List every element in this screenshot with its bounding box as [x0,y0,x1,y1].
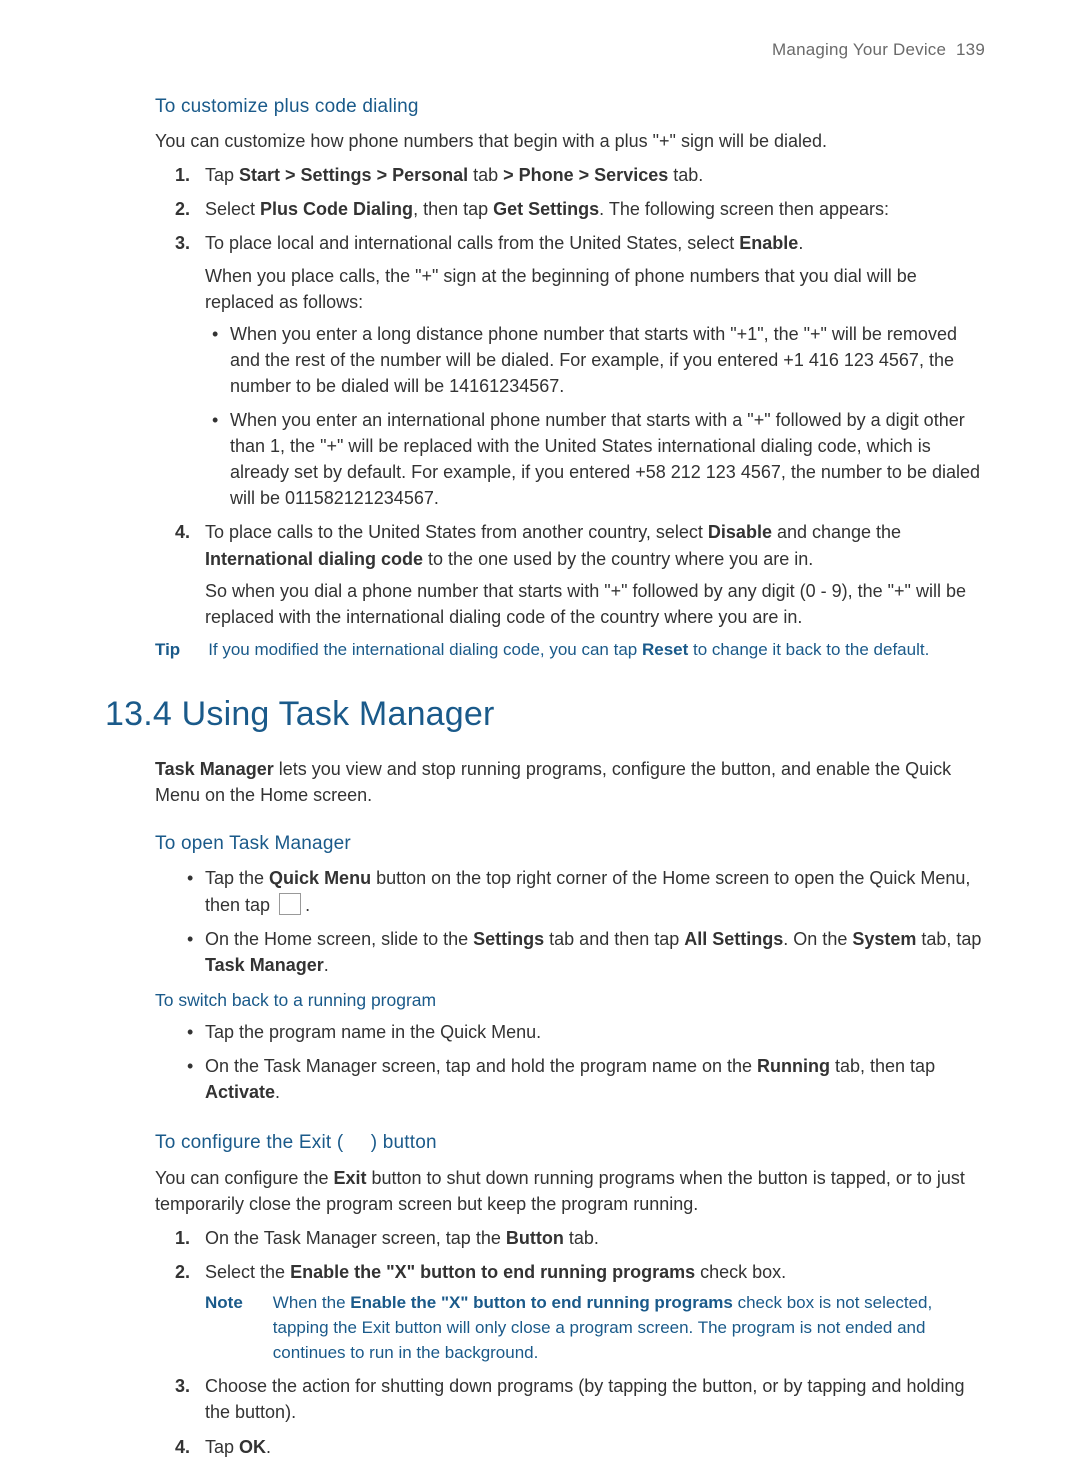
placeholder-icon [279,893,301,915]
list-item: 3. Choose the action for shutting down p… [205,1373,985,1425]
tip-label: Tip [155,638,180,663]
list-item: On the Task Manager screen, tap and hold… [205,1053,985,1105]
open-tm-bullets: Tap the Quick Menu button on the top rig… [205,865,985,977]
list-item: When you enter an international phone nu… [230,407,985,511]
note-label: Note [205,1291,243,1365]
list-item: 2. Select the Enable the "X" button to e… [205,1259,985,1365]
page-number: 139 [956,40,985,59]
list-item: Tap the program name in the Quick Menu. [205,1019,985,1045]
nested-bullets: When you enter a long distance phone num… [230,321,985,512]
configure-exit-intro: You can configure the Exit button to shu… [155,1165,985,1217]
tip-block: Tip If you modified the international di… [155,638,985,663]
open-task-manager-title: To open Task Manager [155,830,985,858]
section-plus-code-intro: You can customize how phone numbers that… [155,128,985,154]
task-manager-intro: Task Manager lets you view and stop runn… [155,756,985,808]
switch-back-title: To switch back to a running program [155,988,985,1013]
list-item: 4. Tap OK. [205,1434,985,1460]
list-item: 4. To place calls to the United States f… [205,519,985,629]
tip-text: If you modified the international dialin… [208,638,929,663]
note-block: Note When the Enable the "X" button to e… [205,1291,985,1365]
list-item: On the Home screen, slide to the Setting… [205,926,985,978]
list-item: 3. To place local and international call… [205,230,985,511]
plus-code-steps: 1. Tap Start > Settings > Personal tab >… [205,162,985,630]
note-text: When the Enable the "X" button to end ru… [273,1291,985,1365]
list-item: Tap the Quick Menu button on the top rig… [205,865,985,917]
switch-back-bullets: Tap the program name in the Quick Menu. … [205,1019,985,1105]
list-item: 2. Select Plus Code Dialing, then tap Ge… [205,196,985,222]
list-item: When you enter a long distance phone num… [230,321,985,399]
chapter-name: Managing Your Device [772,40,946,59]
main-heading: 13.4 Using Task Manager [105,690,985,739]
section-plus-code-title: To customize plus code dialing [155,93,985,121]
list-item: 1. Tap Start > Settings > Personal tab >… [205,162,985,188]
configure-exit-title: To configure the Exit ( ) button [155,1129,985,1157]
page-header: Managing Your Device 139 [105,38,985,63]
configure-exit-steps: 1. On the Task Manager screen, tap the B… [205,1225,985,1459]
list-item: 1. On the Task Manager screen, tap the B… [205,1225,985,1251]
